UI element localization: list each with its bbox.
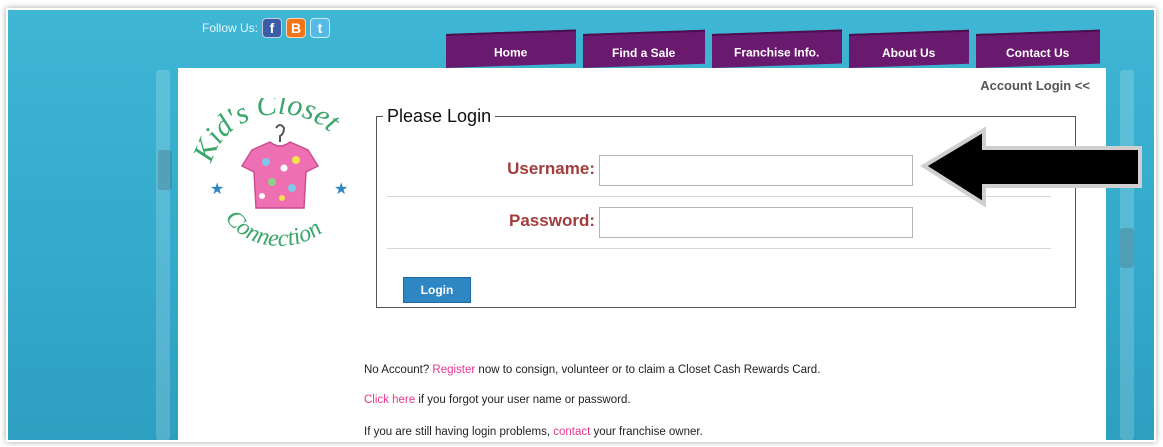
register-link[interactable]: Register (432, 364, 475, 376)
forgot-password-text: Click here if you forgot your user name … (364, 394, 631, 406)
nav-tab-franchise-info[interactable]: Franchise Info. (712, 29, 842, 68)
facebook-icon[interactable]: f (262, 18, 283, 38)
nav-tab-contact-us[interactable]: Contact Us (976, 29, 1100, 69)
password-label: Password: (509, 211, 595, 230)
background-decoration (156, 70, 170, 440)
blogger-icon[interactable]: B (286, 18, 307, 38)
content-panel: Account Login << Kid's Closet Connection (178, 68, 1142, 442)
contact-link[interactable]: contact (553, 426, 590, 438)
no-account-text: No Account? Register now to consign, vol… (364, 364, 821, 376)
screenshot-frame: Follow Us: f B t Home Find a Sale Franch… (6, 8, 1156, 442)
arrow-pointer-icon (920, 126, 1142, 208)
password-input[interactable] (599, 207, 913, 238)
account-login-link[interactable]: Account Login << (980, 78, 1090, 93)
logo-bottom-text: Connection (220, 205, 326, 248)
main-nav: Home Find a Sale Franchise Info. About U… (446, 29, 1100, 69)
login-problems-text: If you are still having login problems, … (364, 426, 703, 438)
shirt-icon (240, 124, 320, 209)
nav-tab-find-a-sale[interactable]: Find a Sale (583, 29, 705, 68)
twitter-icon[interactable]: t (310, 18, 331, 38)
background-decoration (158, 150, 172, 190)
background-decoration (1120, 228, 1134, 268)
svg-text:★: ★ (210, 181, 224, 198)
kids-closet-logo: Kid's Closet Connection ★ ★ (190, 98, 348, 248)
follow-us: Follow Us: f B t (202, 18, 331, 38)
username-label: Username: (507, 159, 595, 178)
login-button[interactable]: Login (403, 277, 471, 303)
follow-us-label: Follow Us: (202, 21, 259, 35)
nav-tab-home[interactable]: Home (446, 29, 576, 68)
nav-tab-about-us[interactable]: About Us (849, 29, 969, 68)
username-input[interactable] (599, 155, 913, 186)
login-legend: Please Login (387, 106, 492, 126)
svg-text:★: ★ (334, 181, 348, 198)
svg-text:Connection: Connection (220, 205, 326, 248)
click-here-link[interactable]: Click here (364, 394, 415, 406)
